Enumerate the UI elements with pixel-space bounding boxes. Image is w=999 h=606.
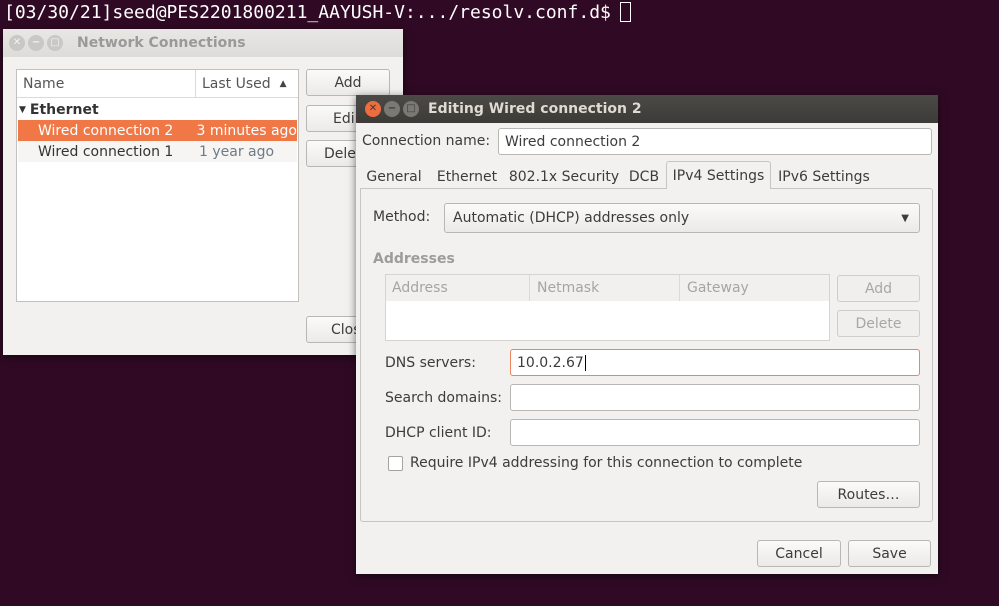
column-address-label: Address (392, 280, 448, 296)
column-header-gateway[interactable]: Gateway (680, 275, 829, 301)
column-name-label: Name (23, 75, 65, 92)
sort-ascending-icon: ▲ (279, 78, 287, 89)
maximize-icon[interactable]: □ (47, 35, 63, 51)
ipv4-settings-panel: Method: Automatic (DHCP) addresses only … (360, 188, 933, 522)
list-header: Name Last Used ▲ (17, 70, 298, 98)
connection-name-value: Wired connection 2 (505, 133, 641, 150)
maximize-icon[interactable]: □ (403, 101, 419, 117)
tab-dcb[interactable]: DCB (624, 163, 664, 190)
terminal-prompt: [03/30/21]seed@PES2201800211_AAYUSH-V:..… (4, 2, 631, 24)
method-value: Automatic (DHCP) addresses only (453, 210, 690, 226)
tab-dcb-label: DCB (628, 168, 660, 185)
dialog-title: Editing Wired connection 2 (428, 101, 642, 117)
column-gateway-label: Gateway (687, 280, 749, 296)
require-ipv4-label[interactable]: Require IPv4 addressing for this connect… (410, 455, 802, 471)
minimize-icon[interactable]: − (384, 101, 400, 117)
minimize-icon[interactable]: − (28, 35, 44, 51)
method-label: Method: (373, 209, 431, 225)
column-netmask-label: Netmask (537, 280, 600, 296)
connections-list[interactable]: Name Last Used ▲ ▼ Ethernet Wired connec… (16, 69, 299, 302)
close-icon[interactable]: ✕ (9, 35, 25, 51)
dns-servers-label: DNS servers: (385, 355, 476, 371)
tab-general[interactable]: General (362, 163, 426, 190)
addresses-label: Addresses (373, 251, 455, 267)
connection-last-used: 3 minutes ago (196, 122, 297, 139)
terminal-cursor (619, 2, 631, 22)
network-connections-window: ✕ − □ Network Connections Name Last Used… (3, 29, 403, 355)
connection-last-used: 1 year ago (199, 143, 275, 160)
connection-name-label: Connection name: (362, 133, 491, 149)
expander-down-icon[interactable]: ▼ (19, 105, 26, 115)
dns-servers-field[interactable]: 10.0.2.67 (510, 349, 920, 376)
tab-8021x-security[interactable]: 802.1x Security (508, 163, 620, 190)
tab-general-label: General (366, 168, 422, 185)
address-delete-button[interactable]: Delete (837, 310, 920, 337)
address-add-button[interactable]: Add (837, 275, 920, 302)
list-item[interactable]: Wired connection 1 1 year ago (18, 141, 297, 162)
tab-ipv4-settings[interactable]: IPv4 Settings (666, 161, 771, 189)
column-header-address[interactable]: Address (386, 275, 530, 301)
group-label: Ethernet (29, 101, 99, 118)
tab-ethernet[interactable]: Ethernet (432, 163, 502, 190)
column-last-used-label: Last Used (202, 75, 271, 92)
chevron-down-icon: ▼ (901, 212, 909, 224)
list-item[interactable]: Wired connection 2 3 minutes ago (18, 120, 297, 141)
require-ipv4-checkbox[interactable] (388, 456, 403, 471)
connection-name: Wired connection 1 (38, 143, 174, 160)
tab-8021x-security-label: 802.1x Security (508, 168, 620, 185)
column-header-name[interactable]: Name (17, 70, 196, 97)
tab-ipv6-settings-label: IPv6 Settings (778, 168, 870, 185)
add-connection-button[interactable]: Add (306, 69, 390, 96)
network-connections-titlebar[interactable]: ✕ − □ Network Connections (3, 29, 403, 57)
group-row-ethernet[interactable]: ▼ Ethernet (18, 99, 297, 120)
edit-dialog-titlebar[interactable]: ✕ − □ Editing Wired connection 2 (356, 95, 938, 123)
edit-connection-dialog: ✕ − □ Editing Wired connection 2 Connect… (356, 95, 938, 574)
tab-ethernet-label: Ethernet (436, 168, 498, 185)
method-dropdown[interactable]: Automatic (DHCP) addresses only ▼ (444, 203, 920, 233)
close-icon[interactable]: ✕ (365, 101, 381, 117)
search-domains-field[interactable] (510, 384, 920, 411)
connection-name-field[interactable]: Wired connection 2 (498, 128, 932, 155)
column-header-last-used[interactable]: Last Used ▲ (196, 70, 298, 97)
cancel-button[interactable]: Cancel (757, 540, 841, 567)
addresses-table[interactable]: Address Netmask Gateway (385, 274, 830, 341)
addresses-table-header: Address Netmask Gateway (386, 275, 829, 301)
window-title: Network Connections (77, 35, 246, 51)
dhcp-client-id-field[interactable] (510, 419, 920, 446)
routes-button[interactable]: Routes… (817, 481, 920, 508)
tab-ipv4-settings-label: IPv4 Settings (672, 167, 765, 184)
terminal-prompt-text: [03/30/21]seed@PES2201800211_AAYUSH-V:..… (4, 2, 611, 23)
connection-name: Wired connection 2 (38, 122, 174, 139)
search-domains-label: Search domains: (385, 390, 502, 406)
save-button[interactable]: Save (848, 540, 931, 567)
column-header-netmask[interactable]: Netmask (530, 275, 680, 301)
text-caret (584, 354, 586, 371)
tab-ipv6-settings[interactable]: IPv6 Settings (773, 163, 875, 190)
dns-servers-value: 10.0.2.67 (517, 354, 584, 371)
dhcp-client-id-label: DHCP client ID: (385, 425, 492, 441)
